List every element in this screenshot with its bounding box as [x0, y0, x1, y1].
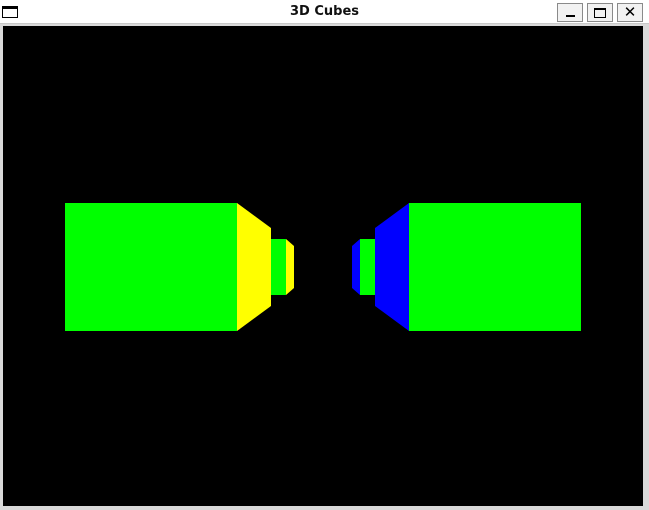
- right-cube-near-front-face: [409, 203, 581, 331]
- minimize-icon: [565, 15, 575, 17]
- left-cube-far-front-face: [271, 239, 286, 295]
- close-icon: ✕: [623, 3, 637, 21]
- right-cube-far-front-face: [360, 239, 375, 295]
- title-bar[interactable]: 3D Cubes ✕: [0, 0, 649, 24]
- maximize-button[interactable]: [587, 3, 613, 22]
- left-cube-near-front-face: [65, 203, 237, 331]
- close-button[interactable]: ✕: [617, 3, 643, 22]
- right-cube-far-side-face: [352, 239, 360, 295]
- app-window: 3D Cubes ✕: [0, 0, 649, 510]
- render-canvas[interactable]: [3, 26, 643, 506]
- window-title: 3D Cubes: [289, 4, 360, 19]
- left-cube-far-side-face: [286, 239, 294, 295]
- minimize-button[interactable]: [557, 3, 583, 22]
- maximize-icon: [594, 7, 606, 18]
